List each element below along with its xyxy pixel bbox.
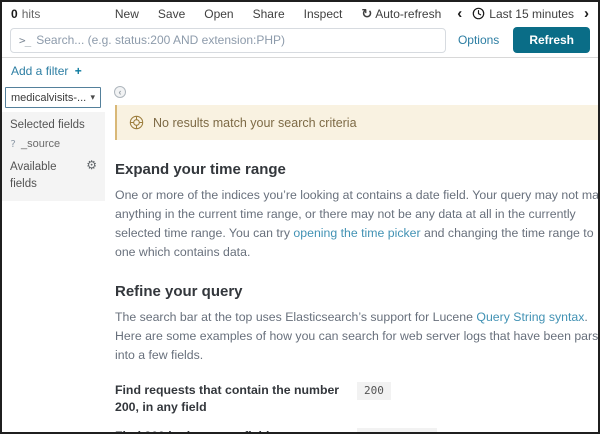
plus-icon: + [75, 64, 82, 78]
time-back-icon[interactable]: ‹ [457, 6, 462, 21]
collapse-sidebar-button[interactable]: ‹ [114, 86, 126, 98]
no-results-message: No results match your search criteria [153, 116, 357, 130]
hits-counter: 0 hits [11, 7, 40, 21]
clock-icon [472, 7, 485, 20]
time-picker-button[interactable]: Last 15 minutes [472, 7, 574, 21]
search-box: >_ [10, 28, 446, 53]
field-name: _source [21, 138, 60, 150]
discover-page: 0 hits New Save Open Share Inspect ↻ Aut… [0, 0, 600, 434]
refresh-button[interactable]: Refresh [513, 27, 590, 53]
example-description: Find 200 in the status field [115, 428, 349, 434]
chevron-down-icon: ▾ [90, 92, 95, 103]
nav-new[interactable]: New [115, 7, 139, 21]
refresh-cycle-icon: ↻ [361, 7, 372, 20]
terminal-prompt-icon: >_ [19, 34, 30, 47]
help-ring-icon [129, 115, 144, 130]
example-query-code: status:200 [357, 428, 437, 434]
add-filter-button[interactable]: Add a filter + [11, 64, 82, 78]
nav-open[interactable]: Open [204, 7, 233, 21]
auto-refresh-button[interactable]: ↻ Auto-refresh [361, 7, 441, 21]
example-row: Find 200 in the status field status:200 [115, 428, 600, 434]
expand-time-range-title: Expand your time range [115, 161, 600, 178]
query-examples: Find requests that contain the number 20… [115, 382, 600, 434]
search-row: >_ Options Refresh [2, 25, 598, 57]
field-sidebar: medicalvisits-... ▾ Selected fields ? _s… [2, 82, 105, 201]
no-results-content: ‹ No results match your search criteria … [105, 82, 600, 434]
auto-refresh-label: Auto-refresh [375, 7, 441, 21]
options-link[interactable]: Options [458, 33, 499, 47]
available-fields-row: Available fields ⚙ [10, 159, 97, 192]
search-input[interactable] [36, 33, 437, 47]
nav-share[interactable]: Share [253, 7, 285, 21]
filter-bar: Add a filter + [2, 58, 598, 82]
refine-text-before: The search bar at the top uses Elasticse… [115, 310, 476, 324]
refine-query-text: The search bar at the top uses Elasticse… [115, 308, 600, 365]
index-pattern-dropdown[interactable]: medicalvisits-... ▾ [5, 87, 101, 108]
expand-time-range-text: One or more of the indices you’re lookin… [115, 186, 600, 262]
top-toolbar: 0 hits New Save Open Share Inspect ↻ Aut… [2, 2, 598, 25]
index-pattern-label: medicalvisits-... [11, 92, 86, 104]
fields-panel: Selected fields ? _source Available fiel… [2, 112, 105, 201]
gear-icon[interactable]: ⚙ [86, 159, 97, 171]
unknown-type-icon: ? [10, 139, 16, 150]
nav-inspect[interactable]: Inspect [304, 7, 343, 21]
main-area: medicalvisits-... ▾ Selected fields ? _s… [2, 82, 598, 434]
top-nav: New Save Open Share Inspect ↻ Auto-refre… [115, 7, 441, 21]
refine-query-title: Refine your query [115, 283, 600, 300]
add-filter-label: Add a filter [11, 64, 68, 78]
example-description: Find requests that contain the number 20… [115, 382, 349, 415]
selected-fields-heading: Selected fields [10, 119, 97, 131]
time-range-label: Last 15 minutes [489, 7, 574, 21]
hits-label: hits [22, 7, 41, 21]
time-forward-icon[interactable]: › [584, 6, 589, 21]
query-string-syntax-link[interactable]: Query String syntax [476, 310, 584, 324]
hits-count: 0 [11, 7, 18, 21]
example-query-code: 200 [357, 382, 391, 400]
available-fields-heading: Available fields [10, 159, 68, 192]
field-item-source[interactable]: ? _source [10, 138, 97, 150]
time-navigation: ‹ Last 15 minutes › [457, 6, 589, 21]
example-row: Find requests that contain the number 20… [115, 382, 600, 415]
open-time-picker-link[interactable]: opening the time picker [293, 226, 420, 240]
no-results-callout: No results match your search criteria [115, 105, 600, 140]
nav-save[interactable]: Save [158, 7, 185, 21]
